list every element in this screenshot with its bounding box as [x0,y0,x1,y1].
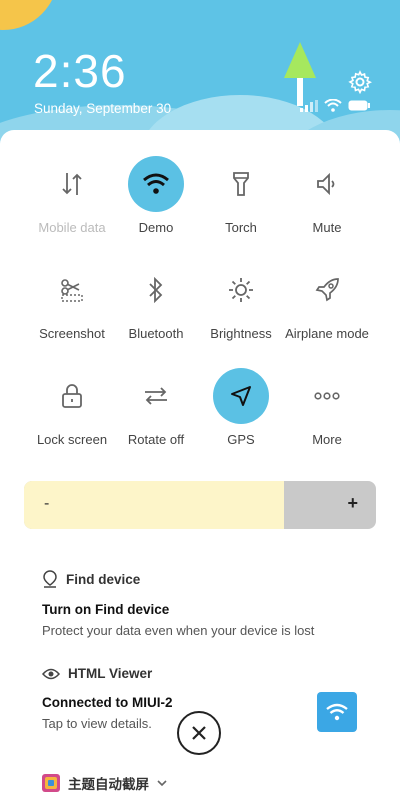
tile-airplane-mode[interactable]: Airplane mode [283,262,371,341]
notification-app-name: 主题自动截屏 [68,777,149,792]
notification-title: Turn on Find device [42,602,170,617]
tile-label: More [312,432,342,447]
header-wallpaper: 2:36 Sunday, September 30 [0,0,400,150]
tile-label: Brightness [210,326,272,341]
bluetooth-icon [149,277,163,303]
control-panel: Mobile data Demo Torch Mute Screenshot B… [0,130,400,800]
gps-icon [231,386,251,406]
tile-brightness[interactable]: Brightness [197,262,285,341]
tile-icon-wrap [299,156,355,212]
sun-decoration [0,0,58,30]
mute-icon [317,172,335,196]
tile-icon-wrap [299,262,355,318]
tile-screenshot[interactable]: Screenshot [28,262,116,341]
theme-app-icon [42,774,60,792]
tile-mobile-data[interactable]: Mobile data [28,156,116,235]
brightness-plus[interactable]: + [347,493,358,514]
notification-find-device[interactable]: Find device Turn on Find device Protect … [42,570,362,638]
notification-title: Connected to MIUI-2 [42,695,173,710]
notification-app-name: Find device [66,571,141,587]
tile-icon-wrap [299,368,355,424]
tile-icon-wrap [44,156,100,212]
tile-icon-wrap [128,156,184,212]
notification-theme[interactable]: 主题自动截屏 [42,773,167,793]
tile-icon-wrap [213,262,269,318]
clock-time: 2:36 [33,45,127,97]
torch-icon [233,172,249,196]
wifi-eye-icon [42,668,60,679]
notification-app-name: HTML Viewer [68,666,153,681]
lock-icon [62,384,82,408]
rotate-icon [145,387,167,405]
tile-label: Demo [138,220,174,235]
clock-date: Sunday, September 30 [34,101,172,116]
tile-label: GPS [227,432,255,447]
tile-icon-wrap [128,368,184,424]
tile-rotate[interactable]: Rotate off [112,368,200,447]
tile-more[interactable]: More [283,368,371,447]
cell-signal-icon [300,99,318,112]
tile-label: Bluetooth [128,326,184,341]
tile-gps[interactable]: GPS [197,368,285,447]
wifi-status-icon [324,99,342,112]
tile-label: Rotate off [127,432,185,447]
tile-icon-wrap [213,156,269,212]
tile-label: Mobile data [38,220,106,235]
wifi-icon [143,173,169,194]
tile-lock-screen[interactable]: Lock screen [28,368,116,447]
tile-label: Airplane mode [285,326,369,341]
tile-icon-wrap [128,262,184,318]
airplane-icon [315,278,339,302]
tile-mute[interactable]: Mute [283,156,371,235]
chevron-down-icon[interactable] [157,779,167,787]
tile-label: Lock screen [36,432,108,447]
tile-wifi[interactable]: Demo [112,156,200,235]
tile-bluetooth[interactable]: Bluetooth [112,262,200,341]
brightness-minus[interactable]: - [44,495,49,513]
close-icon [192,726,206,740]
tile-torch[interactable]: Torch [197,156,285,235]
screenshot-icon [61,279,83,302]
notification-text: Protect your data even when your device … [42,623,315,638]
status-icons [300,99,370,112]
close-button[interactable] [177,711,221,755]
notification-app-row: HTML Viewer [42,666,362,681]
wifi-action-button[interactable] [317,692,357,732]
tile-icon-wrap [44,262,100,318]
more-icon [314,392,340,400]
brightness-icon [229,278,253,302]
tile-icon-wrap [213,368,269,424]
tile-label: Screenshot [39,326,105,341]
brightness-fill [24,481,285,529]
location-pin-icon [43,570,57,588]
tile-label: Mute [312,220,342,235]
mobile-data-icon [62,173,82,195]
tile-icon-wrap [44,368,100,424]
wifi-icon [326,703,348,721]
settings-gear-icon[interactable] [348,70,372,94]
notification-app-row: Find device [42,570,362,588]
brightness-slider[interactable]: - + [24,481,376,529]
tile-label: Torch [225,220,257,235]
battery-icon [348,100,370,111]
